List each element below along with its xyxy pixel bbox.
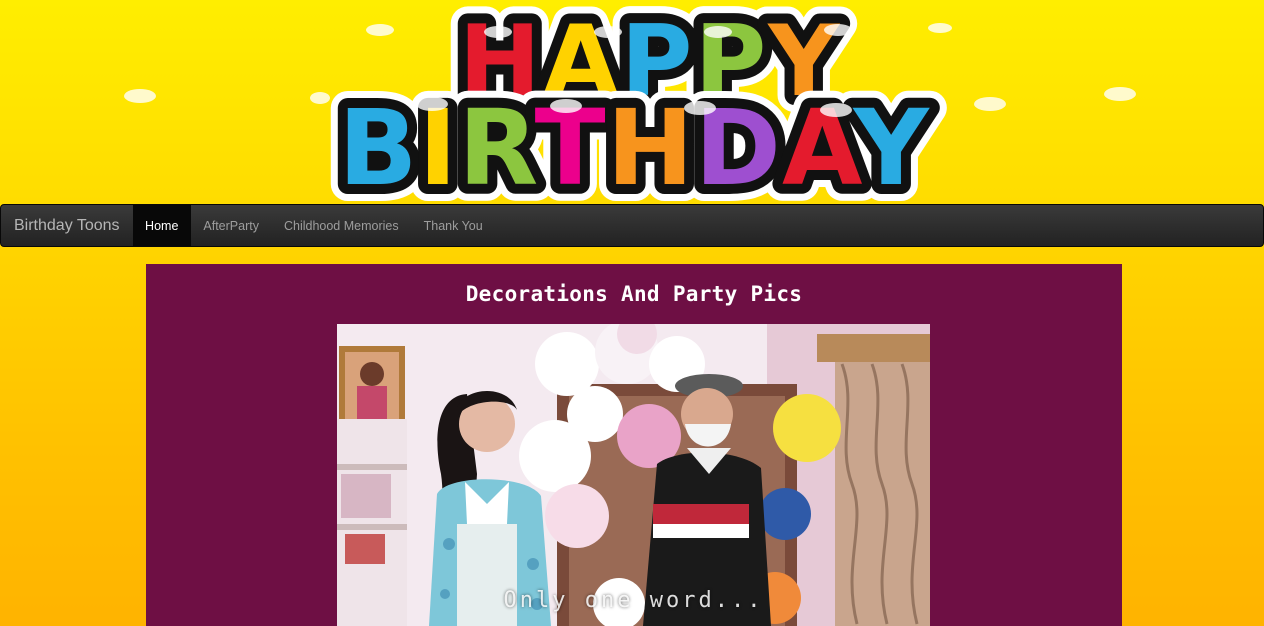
nav-item-afterparty[interactable]: AfterParty bbox=[191, 205, 272, 246]
content-panel: Decorations And Party Pics Only one word… bbox=[146, 264, 1122, 626]
party-photo: Only one word... bbox=[337, 324, 930, 626]
nav-list: Home AfterParty Childhood Memories Thank… bbox=[132, 205, 496, 246]
main-navbar: Birthday Toons Home AfterParty Childhood… bbox=[0, 204, 1264, 247]
nav-item-childhood-memories[interactable]: Childhood Memories bbox=[271, 205, 411, 246]
brand-link[interactable]: Birthday Toons bbox=[1, 205, 133, 246]
party-photo-illustration bbox=[337, 324, 930, 626]
nav-item-home[interactable]: Home bbox=[132, 205, 191, 246]
happy-birthday-banner: HAPPY HAPPY HAPPY BIRTHDAY BIRTHDAY BIRT… bbox=[0, 0, 1264, 205]
nav-item-thank-you[interactable]: Thank You bbox=[411, 205, 495, 246]
happy-birthday-logo: HAPPY HAPPY HAPPY BIRTHDAY BIRTHDAY BIRT… bbox=[124, 0, 1136, 205]
photo-caption: Only one word... bbox=[503, 588, 764, 613]
page-title: Decorations And Party Pics bbox=[465, 282, 803, 306]
